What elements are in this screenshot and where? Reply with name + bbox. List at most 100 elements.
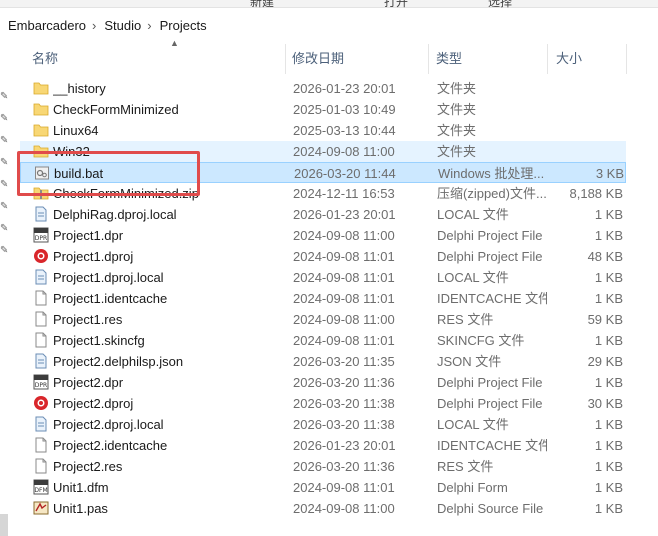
ribbon-open-label[interactable]: 打开 xyxy=(384,0,408,10)
column-divider[interactable] xyxy=(285,44,286,74)
file-size: 1 KB xyxy=(594,228,623,243)
file-size: 8,188 KB xyxy=(569,186,624,201)
file-type: Delphi Project File xyxy=(437,249,543,264)
file-type: LOCAL 文件 xyxy=(437,207,509,222)
file-name: CheckFormMinimized xyxy=(53,102,179,117)
file-date: 2026-01-23 20:01 xyxy=(293,207,396,222)
file-size xyxy=(550,78,623,99)
file-type: Windows 批处理... xyxy=(438,166,545,181)
file-type: Delphi Form xyxy=(437,480,508,495)
column-header-type[interactable]: 类型 xyxy=(436,44,462,74)
file-type: RES 文件 xyxy=(437,312,494,327)
file-type: SKINCFG 文件 xyxy=(437,333,525,348)
file-date: 2026-03-20 11:36 xyxy=(293,375,395,390)
file-type: LOCAL 文件 xyxy=(437,417,509,432)
column-divider[interactable] xyxy=(428,44,429,74)
file-name: Project1.identcache xyxy=(53,291,168,306)
file-row[interactable]: Project2.delphilsp.json 2026-03-20 11:35 J… xyxy=(20,351,626,372)
file-row[interactable]: Project1.res 2024-09-08 11:00 RES 文件 59 KB xyxy=(20,309,626,330)
breadcrumb-item[interactable]: Embarcadero xyxy=(0,18,92,33)
file-row[interactable]: DPR Project1.dpr 2024-09-08 11:00 Delphi Pr… xyxy=(20,225,626,246)
pin-icon: ✎ xyxy=(0,201,9,212)
column-headers: ▲ 名称 修改日期 类型 大小 xyxy=(20,38,658,74)
file-row[interactable]: Project1.dproj.local 2024-09-08 11:01 LOCA… xyxy=(20,267,626,288)
pin-icon: ✎ xyxy=(0,135,9,146)
local-file-icon xyxy=(33,353,49,369)
file-date: 2026-03-20 11:36 xyxy=(293,459,395,474)
file-size xyxy=(550,120,623,141)
dproj-file-icon xyxy=(33,248,49,264)
file-name: Project2.dproj xyxy=(53,396,134,411)
navigation-pane-edge: ✎ ✎ ✎ ✎ ✎ ✎ ✎ ✎ xyxy=(0,40,20,536)
file-row[interactable]: Project2.dproj 2026-03-20 11:38 Delphi Pro… xyxy=(20,393,626,414)
file-type: IDENTCACHE 文件 xyxy=(437,291,547,306)
breadcrumb-item[interactable]: Projects xyxy=(152,18,213,33)
local-file-icon xyxy=(33,416,49,432)
pin-icon: ✎ xyxy=(0,91,9,102)
ribbon-new-label[interactable]: 新建 xyxy=(250,0,274,10)
svg-text:DPR: DPR xyxy=(35,235,47,242)
file-size: 30 KB xyxy=(587,396,623,411)
file-type: Delphi Source File xyxy=(437,501,544,516)
file-size: 1 KB xyxy=(594,333,623,348)
file-row[interactable]: Project1.identcache 2024-09-08 11:01 IDENT… xyxy=(20,288,626,309)
file-name: Linux64 xyxy=(53,123,99,138)
dpr-file-icon: DPR xyxy=(33,374,49,390)
file-type: 文件夹 xyxy=(437,144,477,159)
file-date: 2024-09-08 11:00 xyxy=(293,228,395,243)
file-row[interactable]: DFM Unit1.dfm 2024-09-08 11:01 Delphi Form 1… xyxy=(20,477,626,498)
file-row[interactable]: Project2.identcache 2026-01-23 20:01 IDENT… xyxy=(20,435,626,456)
file-row[interactable]: DPR Project2.dpr 2026-03-20 11:36 Delphi Pr… xyxy=(20,372,626,393)
file-row[interactable]: DelphiRag.dproj.local 2026-01-23 20:01 LOC… xyxy=(20,204,626,225)
file-size: 1 KB xyxy=(594,438,623,453)
highlight-annotation-box xyxy=(17,151,200,196)
local-file-icon xyxy=(33,269,49,285)
file-name: Project2.delphilsp.json xyxy=(53,354,184,369)
file-row[interactable]: CheckFormMinimized 2025-01-03 10:49 文件夹 xyxy=(20,99,626,120)
file-type: RES 文件 xyxy=(437,459,494,474)
file-name: Unit1.pas xyxy=(53,501,108,516)
file-size: 29 KB xyxy=(587,354,623,369)
file-row[interactable]: Project1.dproj 2024-09-08 11:01 Delphi Pro… xyxy=(20,246,626,267)
file-date: 2024-12-11 16:53 xyxy=(293,186,395,201)
column-header-name[interactable]: 名称 xyxy=(32,44,58,74)
ribbon-select-label[interactable]: 选择 xyxy=(488,0,512,10)
file-date: 2026-03-20 11:35 xyxy=(293,354,395,369)
file-type: Delphi Project File xyxy=(437,396,543,411)
file-date: 2026-01-23 20:01 xyxy=(293,81,396,96)
file-type: Delphi Project File xyxy=(437,228,543,243)
file-row[interactable]: __history 2026-01-23 20:01 文件夹 xyxy=(20,78,626,99)
svg-text:DFM: DFM xyxy=(34,487,47,494)
breadcrumb: Embarcadero › Studio › Projects xyxy=(0,12,658,38)
column-header-date[interactable]: 修改日期 xyxy=(292,44,344,74)
sort-ascending-icon: ▲ xyxy=(170,38,179,48)
file-date: 2024-09-08 11:01 xyxy=(293,291,395,306)
file-size: 1 KB xyxy=(594,501,623,516)
file-row[interactable]: Unit1.pas 2024-09-08 11:00 Delphi Source F… xyxy=(20,498,626,519)
file-date: 2024-09-08 11:01 xyxy=(293,480,395,495)
file-date: 2026-01-23 20:01 xyxy=(293,438,396,453)
file-row[interactable]: Project1.skincfg 2024-09-08 11:01 SKINCFG … xyxy=(20,330,626,351)
column-divider[interactable] xyxy=(547,44,548,74)
dproj-file-icon xyxy=(33,395,49,411)
file-date: 2024-09-08 11:00 xyxy=(293,501,395,516)
folder-icon xyxy=(33,101,49,117)
column-divider[interactable] xyxy=(626,44,627,74)
file-row[interactable]: Project2.res 2026-03-20 11:36 RES 文件 1 KB xyxy=(20,456,626,477)
column-header-size[interactable]: 大小 xyxy=(556,44,582,74)
file-name: __history xyxy=(53,81,106,96)
scrollbar-thumb[interactable] xyxy=(0,514,8,536)
file-size: 1 KB xyxy=(594,417,623,432)
file-type: 压缩(zipped)文件... xyxy=(437,186,547,201)
pin-icon: ✎ xyxy=(0,245,9,256)
file-size: 1 KB xyxy=(594,480,623,495)
pin-icon: ✎ xyxy=(0,113,9,124)
file-date: 2024-09-08 11:01 xyxy=(293,249,395,264)
file-row[interactable]: Linux64 2025-03-13 10:44 文件夹 xyxy=(20,120,626,141)
file-date: 2024-09-08 11:01 xyxy=(293,270,395,285)
file-size: 1 KB xyxy=(594,459,623,474)
file-size xyxy=(550,99,623,120)
file-name: Project2.res xyxy=(53,459,123,474)
breadcrumb-item[interactable]: Studio xyxy=(96,18,147,33)
file-row[interactable]: Project2.dproj.local 2026-03-20 11:38 LOCA… xyxy=(20,414,626,435)
